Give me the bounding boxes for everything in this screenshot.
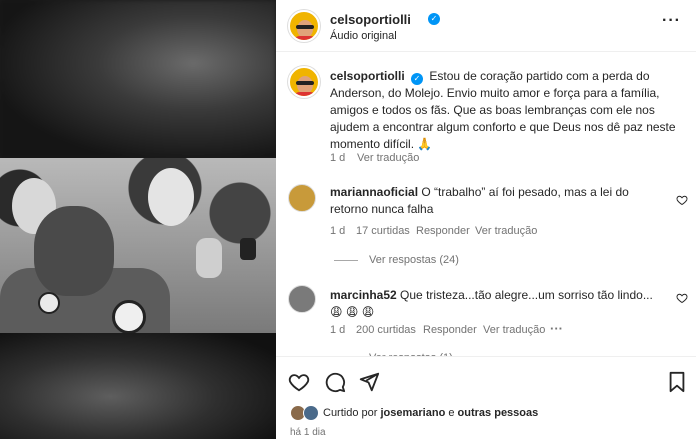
video-frame[interactable]: [0, 158, 276, 333]
liked-by-summary[interactable]: Curtido por josemariano e outras pessoas: [323, 407, 538, 419]
comment-likes[interactable]: 17 curtidas: [356, 225, 410, 237]
comment-translate-link[interactable]: Ver tradução: [483, 324, 545, 336]
wristwatch: [240, 238, 256, 260]
media-blurred-bottom: [0, 333, 276, 439]
liker-avatar[interactable]: [303, 405, 319, 421]
post-actions-bar: Curtido por josemariano e outras pessoas…: [276, 356, 696, 439]
heart-icon[interactable]: [288, 371, 310, 393]
comment-username[interactable]: marcinha52: [330, 288, 397, 302]
liked-user-link[interactable]: josemariano: [380, 407, 445, 419]
post-header: celsoportiolli ✓ Áudio original ···: [276, 0, 696, 52]
shirt-logo: [38, 292, 60, 314]
crowd-face: [148, 168, 194, 226]
post-media[interactable]: [0, 0, 276, 439]
liked-prefix: Curtido por: [323, 407, 378, 419]
comment-text-block: mariannaoficial O “trabalho” aí foi pesa…: [330, 184, 670, 218]
verified-badge-icon: ✓: [411, 73, 424, 85]
share-icon[interactable]: [358, 371, 380, 393]
bookmark-icon[interactable]: [666, 371, 688, 393]
author-username[interactable]: celsoportiolli: [330, 12, 411, 27]
comment-translate-link[interactable]: Ver tradução: [475, 225, 537, 237]
heart-icon[interactable]: [676, 194, 688, 206]
post-caption: celsoportiolli ✓ Estou de coração partid…: [330, 68, 680, 153]
post-time-ago[interactable]: há 1 dia: [290, 427, 326, 438]
comment-time[interactable]: 1 d: [330, 324, 345, 336]
caption-translate-link[interactable]: Ver tradução: [357, 152, 419, 164]
comment-text-block: marcinha52 Que tristeza...tão alegre...u…: [330, 287, 660, 321]
man-head: [34, 206, 114, 296]
comment-more-icon[interactable]: ···: [550, 321, 563, 336]
more-options-icon[interactable]: ···: [662, 12, 681, 30]
heart-icon[interactable]: [676, 292, 688, 304]
comment-avatar[interactable]: [288, 184, 316, 212]
media-blurred-top: [0, 0, 276, 158]
view-replies-button[interactable]: Ver respostas (24): [369, 254, 459, 266]
caption-avatar[interactable]: [288, 66, 320, 98]
microphone-badge: [112, 300, 146, 333]
author-avatar[interactable]: [288, 10, 320, 42]
thumbs-up-hand: [196, 238, 222, 278]
comment-icon[interactable]: [324, 371, 346, 393]
comment-time[interactable]: 1 d: [330, 225, 345, 237]
verified-badge-icon: ✓: [428, 13, 440, 25]
comment-avatar[interactable]: [288, 285, 316, 313]
comment-likes[interactable]: 200 curtidas: [356, 324, 416, 336]
replies-divider: [334, 260, 358, 261]
post-details-panel: celsoportiolli ✓ Áudio original ··· cels…: [276, 0, 696, 439]
comment-reply-button[interactable]: Responder: [423, 324, 477, 336]
liked-suffix: e: [448, 407, 455, 419]
caption-time[interactable]: 1 d: [330, 152, 345, 164]
caption-username[interactable]: celsoportiolli: [330, 69, 405, 83]
liked-others-link[interactable]: outras pessoas: [458, 407, 539, 419]
audio-label[interactable]: Áudio original: [330, 30, 397, 42]
comment-username[interactable]: mariannaoficial: [330, 185, 418, 199]
comment-reply-button[interactable]: Responder: [416, 225, 470, 237]
